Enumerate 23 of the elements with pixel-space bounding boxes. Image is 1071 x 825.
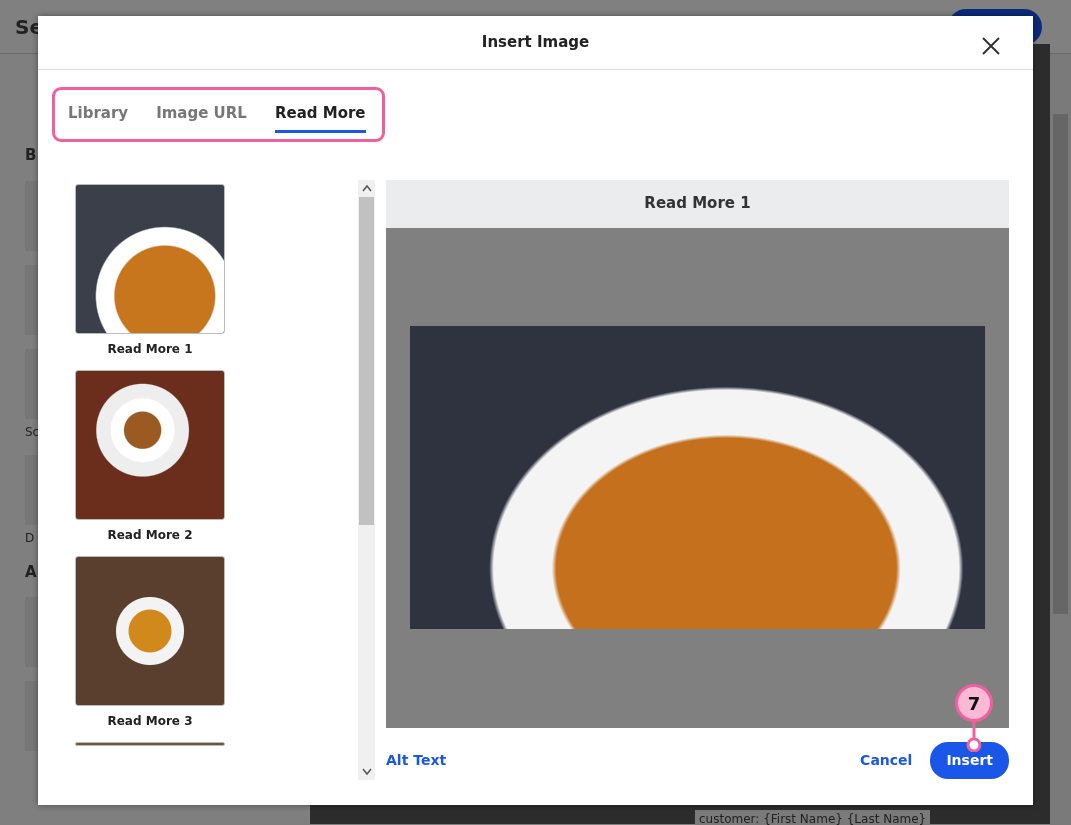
photo-placeholder[interactable] <box>75 369 225 520</box>
tile-caption: D <box>25 529 35 547</box>
alt-text-link[interactable]: Alt Text <box>386 749 447 771</box>
photo-placeholder[interactable] <box>75 741 225 746</box>
tile-caption: Sc <box>25 423 40 441</box>
image-label: Read More 2 <box>107 526 193 544</box>
scrollbar[interactable] <box>358 179 375 780</box>
callout-pointer <box>964 720 984 752</box>
preview-title: Read More 1 <box>386 179 1009 228</box>
photo-placeholder[interactable] <box>75 183 225 334</box>
tab[interactable]: Library <box>68 102 129 133</box>
page-scrollbar[interactable] <box>1050 54 1071 825</box>
section-heading: B <box>25 145 37 166</box>
section-heading: A <box>25 561 37 583</box>
cancel-link[interactable]: Cancel <box>860 749 913 771</box>
email-text: customer: {First Name} {Last Name} <box>695 810 931 825</box>
tab[interactable]: Image URL <box>156 102 247 133</box>
image-label: Read More 3 <box>107 712 193 730</box>
tab[interactable]: Read More <box>274 102 366 133</box>
dialog-title: Insert Image <box>481 32 590 54</box>
image-label: Read More 1 <box>107 340 193 358</box>
insert-button[interactable]: Insert <box>930 741 1009 779</box>
photo-placeholder[interactable] <box>75 555 225 706</box>
